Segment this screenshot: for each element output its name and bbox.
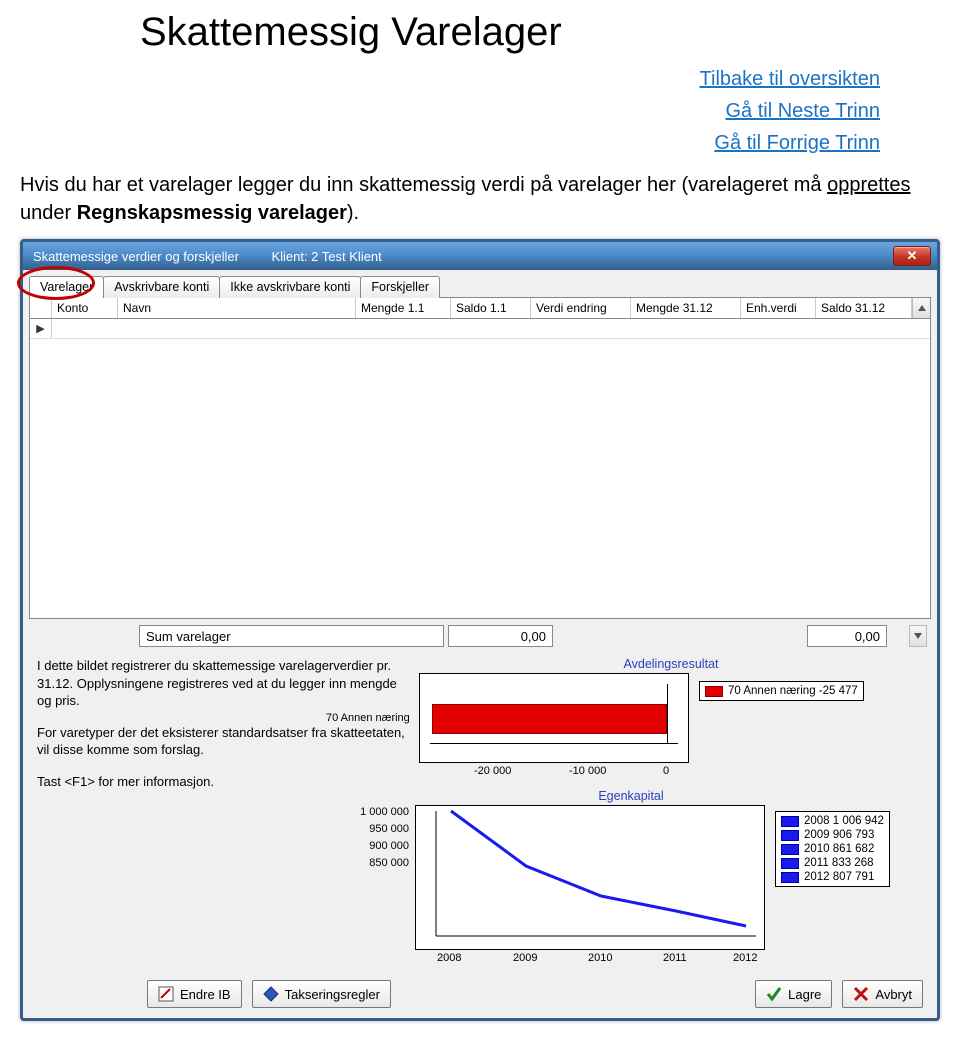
takseringsregler-button[interactable]: Takseringsregler <box>252 980 391 1008</box>
diamond-icon <box>263 986 279 1002</box>
check-icon <box>766 986 782 1002</box>
table-row[interactable]: ▶ <box>30 319 930 339</box>
grid-header: Konto Navn Mengde 1.1 Saldo 1.1 Verdi en… <box>29 297 931 319</box>
page-title: Skattemessig Varelager <box>20 10 940 55</box>
sum-value-right: 0,00 <box>807 625 887 647</box>
sum-label: Sum varelager <box>139 625 444 647</box>
legend-swatch-red <box>705 686 723 697</box>
intro-paragraph: Hvis du har et varelager legger du inn s… <box>20 171 940 227</box>
dialog-title: Skattemessige verdier og forskjeller <box>33 249 239 264</box>
tab-avskrivbare[interactable]: Avskrivbare konti <box>103 276 220 298</box>
endre-ib-button[interactable]: Endre IB <box>147 980 242 1008</box>
link-overview[interactable]: Tilbake til oversikten <box>700 68 880 90</box>
arrow-up-icon <box>918 305 926 311</box>
close-button[interactable]: ✕ <box>893 246 931 266</box>
sum-value-mid: 0,00 <box>448 625 553 647</box>
chart2-title: Egenkapital <box>379 789 883 803</box>
col-enhverdi[interactable]: Enh.verdi <box>741 298 816 318</box>
tab-ikke-avskrivbare[interactable]: Ikke avskrivbare konti <box>219 276 361 298</box>
col-saldo11[interactable]: Saldo 1.1 <box>451 298 531 318</box>
col-verdiendring[interactable]: Verdi endring <box>531 298 631 318</box>
titlebar: Skattemessige verdier og forskjeller Kli… <box>23 242 937 270</box>
col-mengde11[interactable]: Mengde 1.1 <box>356 298 451 318</box>
row-marker-icon: ▶ <box>30 319 52 338</box>
col-mengde3112[interactable]: Mengde 31.12 <box>631 298 741 318</box>
close-icon: ✕ <box>907 248 918 264</box>
chart1-legend: 70 Annen næring -25 477 <box>699 681 864 701</box>
lagre-button[interactable]: Lagre <box>755 980 832 1008</box>
chart1-bar <box>432 704 667 734</box>
arrow-down-icon <box>914 633 922 639</box>
chart1: 70 Annen næring <box>419 673 689 763</box>
tab-varelager[interactable]: Varelager <box>29 276 104 298</box>
chart2-legend: 2008 1 006 942 2009 906 793 2010 861 682… <box>775 811 890 887</box>
dialog-window: Skattemessige verdier og forskjeller Kli… <box>20 239 940 1021</box>
avbryt-button[interactable]: Avbryt <box>842 980 923 1008</box>
chart2 <box>415 805 765 950</box>
col-konto[interactable]: Konto <box>52 298 118 318</box>
cancel-icon <box>853 986 869 1002</box>
dialog-client: Klient: 2 Test Klient <box>271 249 381 264</box>
scroll-up-button[interactable] <box>912 298 930 318</box>
col-saldo3112[interactable]: Saldo 31.12 <box>816 298 912 318</box>
chart1-title: Avdelingsresultat <box>419 657 923 671</box>
tab-forskjeller[interactable]: Forskjeller <box>360 276 440 298</box>
grid-body[interactable]: ▶ <box>29 319 931 619</box>
legend-swatch-blue <box>781 816 799 827</box>
link-next-step[interactable]: Gå til Neste Trinn <box>725 100 880 122</box>
scroll-down-button[interactable] <box>909 625 927 647</box>
link-prev-step[interactable]: Gå til Forrige Trinn <box>714 132 880 154</box>
col-navn[interactable]: Navn <box>118 298 356 318</box>
edit-icon <box>158 986 174 1002</box>
